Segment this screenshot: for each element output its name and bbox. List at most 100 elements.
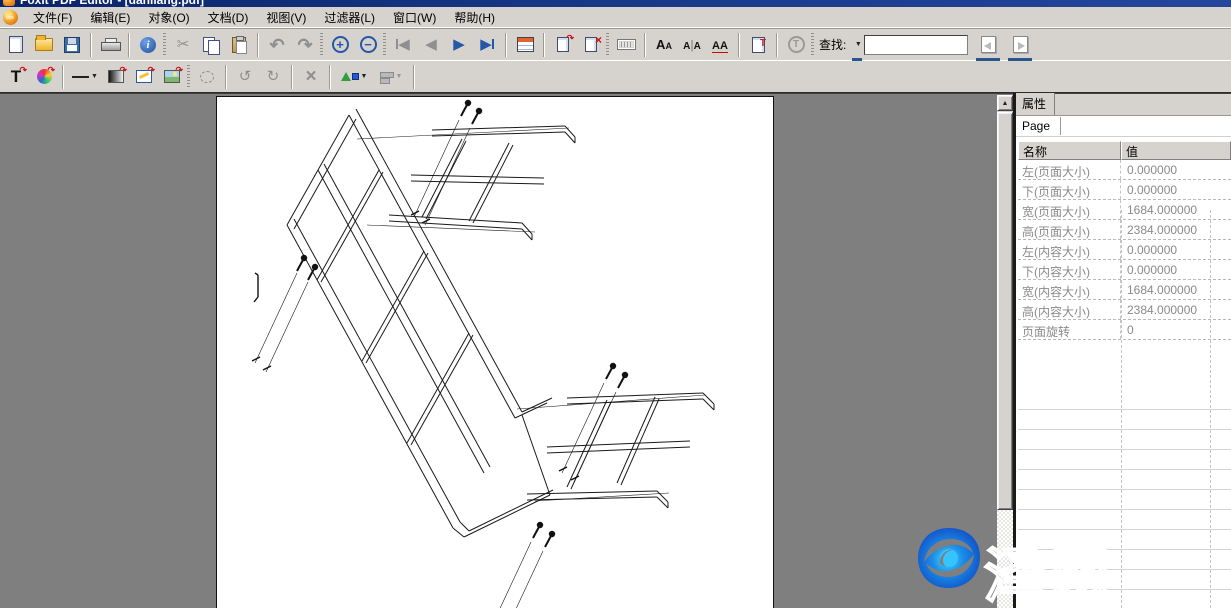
separator (90, 33, 92, 57)
text-tool-button[interactable]: T (782, 32, 810, 58)
save-button[interactable] (58, 32, 86, 58)
font-style-button[interactable]: AA (650, 32, 678, 58)
red-arrow-icon: ↷ (19, 66, 27, 75)
red-arrow-icon: ↷ (47, 66, 55, 75)
technical-drawing (217, 97, 773, 608)
property-row[interactable]: 左(内容大小)0.000000 (1018, 240, 1231, 260)
next-page-icon: ▶ (453, 37, 465, 52)
redo-button[interactable]: ↷ (291, 32, 319, 58)
menu-filter[interactable]: 过滤器(L) (315, 7, 384, 28)
add-image-button[interactable]: ↷ (158, 64, 186, 90)
property-row[interactable]: 宽(页面大小)1684.000000 (1018, 200, 1231, 220)
page-layout-button[interactable] (511, 32, 539, 58)
triangle-icon (341, 72, 351, 81)
align-objects-button[interactable]: ▼ (373, 64, 409, 90)
rotate-left-button[interactable]: ↺ (231, 64, 259, 90)
font-spacing-button[interactable]: AA (706, 32, 734, 58)
menu-edit[interactable]: 编辑(E) (81, 7, 139, 28)
find-next-icon (1013, 36, 1028, 53)
toolbar-grip[interactable] (383, 33, 386, 57)
font-width-button[interactable]: A|A (678, 32, 706, 58)
paste-clipboard-icon (232, 37, 246, 53)
empty-rows-area (1018, 390, 1231, 608)
property-row[interactable]: 左(页面大小)0.000000 (1018, 160, 1231, 180)
print-button[interactable] (96, 32, 124, 58)
tab-page[interactable]: Page (1016, 117, 1061, 135)
property-row[interactable]: 高(内容大小)2384.000000 (1018, 300, 1231, 320)
lasso-icon (200, 71, 214, 83)
edit-image-button[interactable]: ↷ (130, 64, 158, 90)
menu-window[interactable]: 窗口(W) (384, 7, 445, 28)
add-color-object-button[interactable]: ↷ (30, 64, 58, 90)
cut-button[interactable]: ✂ (169, 32, 197, 58)
find-previous-button[interactable] (974, 32, 1002, 58)
menu-object[interactable]: 对象(O) (139, 7, 198, 28)
undo-icon: ↶ (269, 36, 284, 54)
chevron-down-icon: ▼ (91, 73, 98, 80)
zoom-out-button[interactable]: − (354, 32, 382, 58)
toolbar-grip[interactable] (163, 33, 166, 57)
property-row[interactable]: 下(内容大小)0.000000 (1018, 260, 1231, 280)
toolbar-grip[interactable] (606, 33, 609, 57)
scrollbar-track[interactable] (997, 510, 1013, 608)
add-shading-button[interactable]: ↷ (102, 64, 130, 90)
paste-button[interactable] (225, 32, 253, 58)
property-row[interactable]: 下(页面大小)0.000000 (1018, 180, 1231, 200)
line-style-button[interactable]: ▼ (68, 64, 102, 90)
redo-icon: ↷ (297, 36, 312, 54)
red-arrow-icon: ↷ (175, 66, 183, 75)
app-window: Foxit PDF Editor - [danliang.pdf] 文件(F) … (0, 0, 1231, 608)
separator (413, 65, 415, 89)
insert-page-button[interactable]: ↷ (549, 32, 577, 58)
next-page-button[interactable]: ▶ (445, 32, 473, 58)
find-label: 查找: (819, 36, 846, 53)
first-page-button[interactable]: ◀ (389, 32, 417, 58)
rotate-right-button[interactable]: ↻ (259, 64, 287, 90)
lasso-select-button[interactable] (193, 64, 221, 90)
menu-document[interactable]: 文档(D) (199, 7, 258, 28)
zoom-in-icon: + (332, 36, 349, 53)
new-page-icon (9, 36, 23, 53)
text-T-icon: T (760, 39, 766, 49)
new-button[interactable] (2, 32, 30, 58)
app-icon (3, 0, 15, 6)
property-row[interactable]: 高(页面大小)2384.000000 (1018, 220, 1231, 240)
page-form-icon (517, 37, 534, 52)
column-header-name: 名称 (1018, 141, 1121, 160)
delete-page-button[interactable]: × (577, 32, 605, 58)
find-previous-icon (981, 36, 996, 53)
menu-file[interactable]: 文件(F) (24, 7, 81, 28)
separator (738, 33, 740, 57)
menu-help[interactable]: 帮助(H) (445, 7, 504, 28)
zoom-in-button[interactable]: + (326, 32, 354, 58)
undo-button[interactable]: ↶ (263, 32, 291, 58)
find-options-dropdown[interactable]: ▼ (850, 32, 864, 58)
menu-view[interactable]: 视图(V) (257, 7, 315, 28)
find-next-button[interactable] (1006, 32, 1034, 58)
font-Aa-icon: AA (656, 37, 672, 52)
last-page-button[interactable]: ▶ (473, 32, 501, 58)
toolbar-grip[interactable] (187, 65, 190, 89)
separator (329, 65, 331, 89)
toolbar-grip[interactable] (320, 33, 323, 57)
copy-button[interactable] (197, 32, 225, 58)
scrollbar-thumb[interactable] (997, 112, 1013, 510)
toolbar-grip[interactable] (811, 33, 814, 57)
property-row[interactable]: 宽(内容大小)1684.000000 (1018, 280, 1231, 300)
find-input[interactable] (864, 35, 968, 55)
open-button[interactable] (30, 32, 58, 58)
add-text-button[interactable]: T↷ (2, 64, 30, 90)
copy-icon (203, 37, 219, 53)
property-row[interactable]: 页面旋转0 (1018, 320, 1231, 340)
delete-object-button[interactable]: × (297, 64, 325, 90)
properties-tab-bar: Page (1016, 116, 1231, 137)
previous-page-button[interactable]: ◀ (417, 32, 445, 58)
insert-text-button[interactable]: T (744, 32, 772, 58)
insert-shape-button[interactable]: ▼ (335, 64, 373, 90)
vertical-scrollbar: ▲ (997, 95, 1013, 608)
keyboard-button[interactable] (612, 32, 640, 58)
scroll-up-button[interactable]: ▲ (997, 95, 1013, 111)
document-info-button[interactable]: i (134, 32, 162, 58)
page-canvas[interactable] (216, 96, 774, 608)
separator (62, 65, 64, 89)
